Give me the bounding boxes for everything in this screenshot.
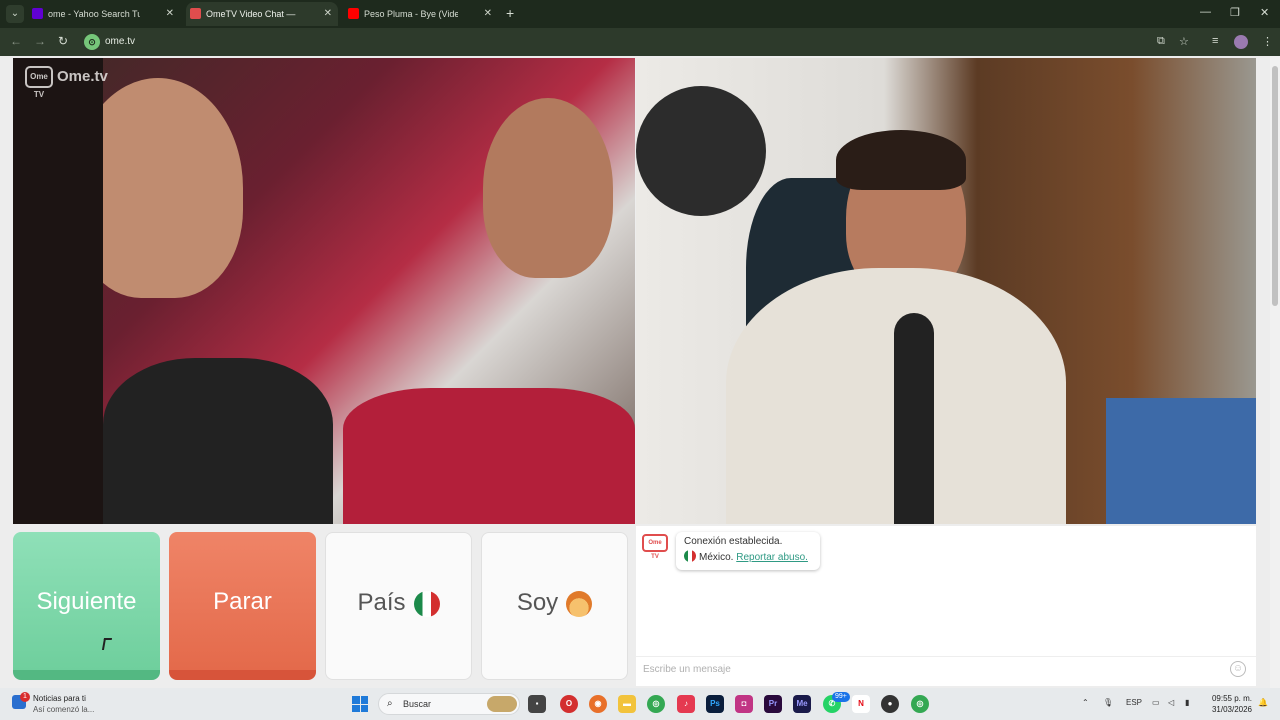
whatsapp-badge: 99+: [832, 692, 850, 702]
tab-close-icon[interactable]: ✕: [484, 2, 492, 26]
chat-panel: Ome TV Conexión establecida. México. Rep…: [636, 526, 1256, 686]
tab-yahoo-search[interactable]: ome - Yahoo Search Tus resulta ✕: [28, 2, 180, 26]
mexico-flag-icon: [684, 550, 696, 562]
media-encoder-icon[interactable]: Me: [793, 695, 811, 713]
stranger-shirt: [103, 358, 333, 524]
volume-icon[interactable]: ◁: [1168, 698, 1174, 707]
file-explorer-icon[interactable]: ▬: [618, 695, 636, 713]
firefox-icon[interactable]: ◉: [589, 695, 607, 713]
self-video: [636, 58, 1256, 524]
tab-search-icon[interactable]: ⌄: [6, 5, 24, 23]
country-text: México.: [699, 552, 734, 563]
report-abuse-link[interactable]: Reportar abuso.: [736, 552, 808, 563]
message-bar: ☺: [636, 656, 1256, 682]
microphone-icon[interactable]: 🎙: [1103, 698, 1113, 707]
tab-title: OmeTV Video Chat — Ome: [206, 9, 298, 19]
browser-toolbar: ← → ↻ ⊙ ome.tv ⧉ ☆ ≡ ⋮: [0, 28, 1280, 56]
message-input[interactable]: [636, 657, 1216, 681]
obs-icon[interactable]: ●: [881, 695, 899, 713]
search-highlight-icon: [487, 696, 517, 712]
self-hair: [836, 130, 966, 190]
opera-icon[interactable]: O: [560, 695, 578, 713]
tray-overflow-icon[interactable]: ⌃: [1082, 698, 1089, 707]
instagram-icon[interactable]: ◘: [735, 695, 753, 713]
windows-taskbar: 1 Noticias para ti Así comenzó la... ⌕ B…: [0, 688, 1280, 720]
music-icon[interactable]: ♪: [677, 695, 695, 713]
install-app-icon[interactable]: ⧉: [1157, 35, 1165, 48]
network-icon[interactable]: ▭: [1152, 698, 1160, 707]
browser-menu-icon[interactable]: ⋮: [1262, 35, 1273, 48]
news-badge: 1: [20, 692, 30, 702]
news-title: Noticias para ti: [33, 694, 86, 703]
site-info-icon[interactable]: ⊙: [84, 34, 100, 50]
tab-ometv[interactable]: OmeTV Video Chat — Ome ✕: [186, 2, 338, 26]
system-clock[interactable]: 09:55 p. m. 31/03/2026: [1208, 693, 1252, 715]
mexico-flag-icon: [413, 590, 440, 617]
red-pillow: [343, 388, 635, 524]
reading-list-icon[interactable]: ≡: [1212, 35, 1218, 47]
tab-title: Peso Pluma - Bye (Video Oficial: [364, 9, 458, 19]
country-label: País: [357, 589, 406, 616]
close-window-icon[interactable]: ✕: [1260, 6, 1269, 19]
clock-date: 31/03/2026: [1211, 705, 1252, 714]
ometv-logo: Ome TVOme.tv: [25, 66, 108, 99]
ometv-logo-icon: Ome TV: [25, 66, 53, 99]
forward-icon[interactable]: →: [34, 34, 46, 48]
language-indicator[interactable]: ESP: [1126, 698, 1142, 707]
windows-start-icon[interactable]: [352, 696, 368, 712]
news-subtitle: Así comenzó la...: [33, 705, 95, 714]
profile-avatar[interactable]: [1234, 35, 1248, 49]
system-message: Conexión establecida. México. Reportar a…: [676, 532, 820, 570]
gender-label: Soy: [516, 589, 559, 616]
chrome-active-icon[interactable]: ◎: [911, 695, 929, 713]
country-button[interactable]: País: [325, 532, 472, 680]
bookmark-star-icon[interactable]: ☆: [1179, 35, 1189, 48]
yahoo-favicon-icon: [32, 8, 43, 19]
chrome-icon[interactable]: ◎: [647, 695, 665, 713]
ometv-chat-avatar-icon: Ome TV: [642, 534, 668, 560]
task-view-icon[interactable]: ▪: [528, 695, 546, 713]
microphone: [894, 313, 934, 524]
scrollbar-thumb[interactable]: [1272, 66, 1278, 306]
search-label: Buscar: [403, 699, 432, 709]
page-scrollbar[interactable]: [1270, 56, 1280, 688]
tab-title: ome - Yahoo Search Tus resulta: [48, 9, 140, 19]
stranger-face-2: [483, 98, 613, 278]
next-button[interactable]: Siguiente: [13, 532, 160, 680]
search-icon: ⌕: [387, 698, 393, 709]
new-tab-icon[interactable]: +: [506, 5, 514, 21]
stranger-video: Ome TVOme.tv: [13, 58, 635, 524]
stop-button[interactable]: Parar: [169, 532, 316, 680]
tab-youtube-peso-pluma[interactable]: Peso Pluma - Bye (Video Oficial ✕: [344, 2, 498, 26]
netflix-icon[interactable]: N: [852, 695, 870, 713]
tab-strip: ⌄ ome - Yahoo Search Tus resulta ✕ OmeTV…: [0, 0, 1280, 28]
gender-button[interactable]: Soy: [481, 532, 628, 680]
ometv-favicon-icon: [190, 8, 201, 19]
minimize-icon[interactable]: —: [1200, 6, 1211, 18]
emoji-icon[interactable]: ☺: [1230, 661, 1246, 677]
battery-icon[interactable]: ▮: [1185, 698, 1189, 707]
address-bar[interactable]: ome.tv: [105, 36, 135, 47]
tab-close-icon[interactable]: ✕: [166, 2, 174, 26]
taskbar-search[interactable]: ⌕ Buscar: [378, 693, 520, 715]
wall-art: [636, 86, 766, 216]
ometv-page: Ome TVOme.tv Siguiente Parar País Soy Om…: [0, 56, 1270, 688]
tab-close-icon[interactable]: ✕: [324, 2, 332, 26]
youtube-favicon-icon: [348, 8, 359, 19]
restore-icon[interactable]: ❐: [1230, 6, 1240, 19]
ometv-logo-text: Ome.tv: [57, 67, 108, 85]
boy-emoji-icon: [566, 590, 593, 617]
photoshop-icon[interactable]: Ps: [706, 695, 724, 713]
back-icon[interactable]: ←: [10, 34, 22, 48]
desk: [1106, 398, 1256, 524]
connection-status: Conexión establecida.: [684, 536, 783, 547]
premiere-icon[interactable]: Pr: [764, 695, 782, 713]
clock-time: 09:55 p. m.: [1211, 694, 1252, 703]
notification-bell-icon[interactable]: 🔔: [1258, 698, 1268, 707]
reload-icon[interactable]: ↻: [58, 34, 68, 48]
stranger-hair-1: [13, 58, 103, 524]
